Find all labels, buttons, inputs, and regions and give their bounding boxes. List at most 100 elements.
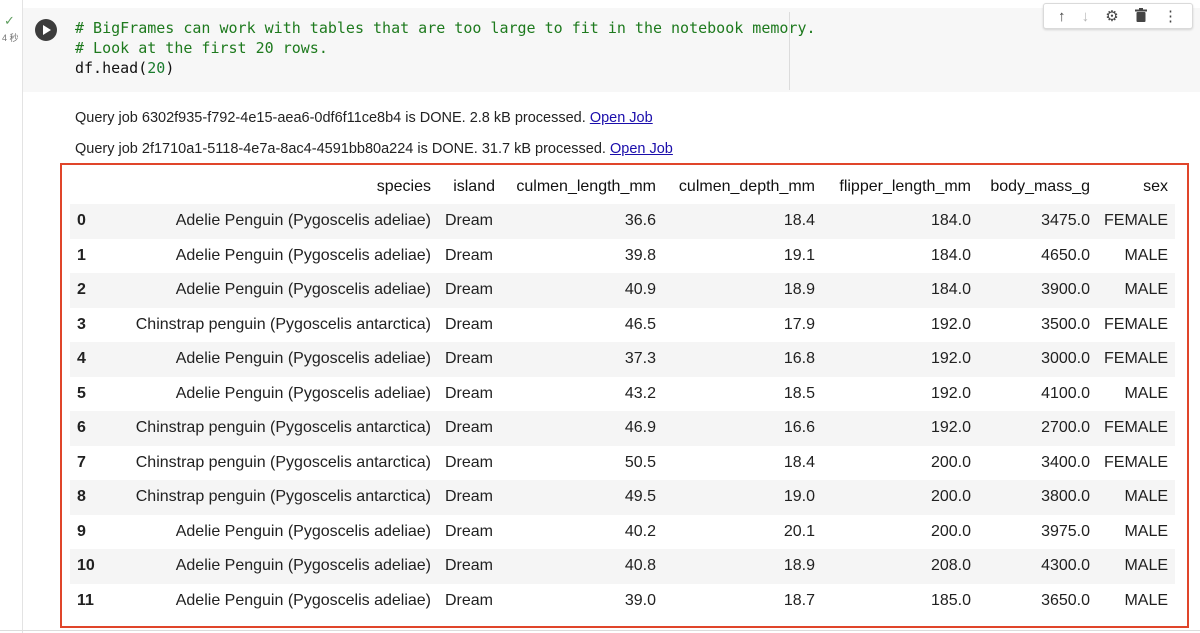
cell-island: Dream (445, 488, 494, 506)
code-editor[interactable]: # BigFrames can work with tables that ar… (75, 18, 816, 78)
cell-species: Chinstrap penguin (Pygoscelis antarctica… (135, 453, 431, 471)
cell-flipper-length: 192.0 (930, 419, 971, 437)
cell-culmen-depth: 18.4 (783, 453, 815, 471)
move-up-icon[interactable]: ↑ (1058, 9, 1066, 24)
column-header: sex (1143, 178, 1169, 195)
column-header: culmen_depth_mm (678, 178, 815, 195)
highlighted-dataframe-output: species island culmen_length_mm culmen_d… (60, 163, 1189, 628)
exec-time: 4 秒 (2, 33, 19, 43)
cell-body-mass: 3975.0 (1041, 522, 1090, 540)
cell-species: Adelie Penguin (Pygoscelis adeliae) (175, 246, 431, 264)
cell-body-mass: 3900.0 (1041, 281, 1090, 299)
row-index: 8 (77, 488, 86, 506)
cell-culmen-length: 39.8 (624, 246, 656, 264)
cell-species: Adelie Penguin (Pygoscelis adeliae) (175, 591, 431, 609)
cell-sex: MALE (1124, 246, 1169, 264)
cell-island: Dream (445, 522, 494, 540)
column-header: species (376, 178, 431, 195)
cell-body-mass: 4300.0 (1041, 557, 1090, 575)
delete-trash-icon[interactable] (1134, 7, 1147, 25)
column-header: body_mass_g (990, 178, 1090, 195)
cell-sex: FEMALE (1104, 453, 1169, 471)
cell-culmen-length: 40.9 (624, 281, 656, 299)
cell-species: Adelie Penguin (Pygoscelis adeliae) (175, 212, 431, 230)
cell-culmen-length: 37.3 (624, 350, 656, 368)
cell-species: Adelie Penguin (Pygoscelis adeliae) (175, 350, 431, 368)
query-job-status: Query job 6302f935-f792-4e15-aea6-0df6f1… (75, 108, 673, 139)
row-index: 3 (77, 315, 86, 333)
cell-species: Adelie Penguin (Pygoscelis adeliae) (175, 384, 431, 402)
cell-sex: FEMALE (1104, 350, 1169, 368)
cell-culmen-length: 46.5 (624, 315, 656, 333)
cell-island: Dream (445, 453, 494, 471)
table-row: 7 Chinstrap penguin (Pygoscelis antarctic… (70, 445, 1176, 480)
row-index: 2 (77, 281, 86, 299)
run-cell-button[interactable] (35, 19, 57, 41)
cell-flipper-length: 184.0 (930, 246, 971, 264)
cell-culmen-length: 46.9 (624, 419, 656, 437)
table-row: 3 Chinstrap penguin (Pygoscelis antarctic… (70, 307, 1176, 342)
cell-species: Chinstrap penguin (Pygoscelis antarctica… (135, 419, 431, 437)
index-header (70, 170, 108, 204)
cell-species: Chinstrap penguin (Pygoscelis antarctica… (135, 488, 431, 506)
cell-flipper-length: 184.0 (930, 281, 971, 299)
row-index: 9 (77, 522, 86, 540)
cell-island: Dream (445, 419, 494, 437)
table-row: 2 Adelie Penguin (Pygoscelis adeliae) Drea… (70, 273, 1176, 308)
play-icon (43, 25, 51, 35)
cell-sex: MALE (1124, 591, 1169, 609)
cell-sex: MALE (1124, 384, 1169, 402)
open-job-link[interactable]: Open Job (610, 141, 673, 157)
cell-species: Adelie Penguin (Pygoscelis adeliae) (175, 281, 431, 299)
cell-culmen-length: 49.5 (624, 488, 656, 506)
cell-culmen-depth: 16.8 (783, 350, 815, 368)
cell-flipper-length: 185.0 (930, 591, 971, 609)
cell-culmen-depth: 17.9 (783, 315, 815, 333)
table-row: 6 Chinstrap penguin (Pygoscelis antarctic… (70, 411, 1176, 446)
row-index: 6 (77, 419, 86, 437)
cell-flipper-length: 192.0 (930, 350, 971, 368)
move-down-icon[interactable]: ↓ (1082, 9, 1090, 24)
table-row: 5 Adelie Penguin (Pygoscelis adeliae) Drea… (70, 376, 1176, 411)
code-call-suffix: ) (165, 59, 175, 77)
cell-body-mass: 3800.0 (1041, 488, 1090, 506)
cell-culmen-depth: 18.4 (783, 212, 815, 230)
cell-species: Adelie Penguin (Pygoscelis adeliae) (175, 522, 431, 540)
cell-sex: MALE (1124, 281, 1169, 299)
cell-island: Dream (445, 591, 494, 609)
cell-culmen-length: 36.6 (624, 212, 656, 230)
code-call-prefix: df.head( (75, 59, 148, 77)
cell-culmen-depth: 19.0 (783, 488, 815, 506)
code-comment-line: # BigFrames can work with tables that ar… (75, 19, 816, 37)
cell-island: Dream (445, 246, 494, 264)
cell-sex: MALE (1124, 557, 1169, 575)
cell-flipper-length: 184.0 (930, 212, 971, 230)
cell-culmen-depth: 18.5 (783, 384, 815, 402)
cell-flipper-length: 200.0 (930, 488, 971, 506)
exec-status-check-icon: ✓ (4, 13, 15, 28)
code-comment-line: # Look at the first 20 rows. (75, 39, 328, 57)
cell-culmen-depth: 18.9 (783, 281, 815, 299)
open-job-link[interactable]: Open Job (590, 110, 653, 126)
column-header: culmen_length_mm (516, 178, 656, 195)
code-call-arg: 20 (147, 59, 166, 77)
table-row: 8 Chinstrap penguin (Pygoscelis antarctic… (70, 480, 1176, 515)
more-options-icon[interactable]: ⋮ (1163, 9, 1178, 24)
settings-gear-icon[interactable]: ⚙ (1105, 9, 1118, 24)
cell-sex: MALE (1124, 488, 1169, 506)
cell-species: Adelie Penguin (Pygoscelis adeliae) (175, 557, 431, 575)
row-index: 7 (77, 453, 86, 471)
cell-toolbar: ↑ ↓ ⚙ ⋮ (1043, 3, 1193, 29)
cell-gutter: ✓ 4 秒 (0, 0, 22, 633)
cell-body-mass: 2700.0 (1041, 419, 1090, 437)
column-header: island (453, 178, 495, 195)
query-job-text: Query job 6302f935-f792-4e15-aea6-0df6f1… (75, 110, 590, 126)
row-index: 11 (77, 591, 94, 609)
cell-island: Dream (445, 281, 494, 299)
cell-culmen-depth: 16.6 (783, 419, 815, 437)
cell-culmen-length: 39.0 (624, 591, 656, 609)
cell-sex: FEMALE (1104, 315, 1169, 333)
cell-body-mass: 4650.0 (1041, 246, 1090, 264)
cell-body-mass: 3650.0 (1041, 591, 1090, 609)
cell-flipper-length: 208.0 (930, 557, 971, 575)
